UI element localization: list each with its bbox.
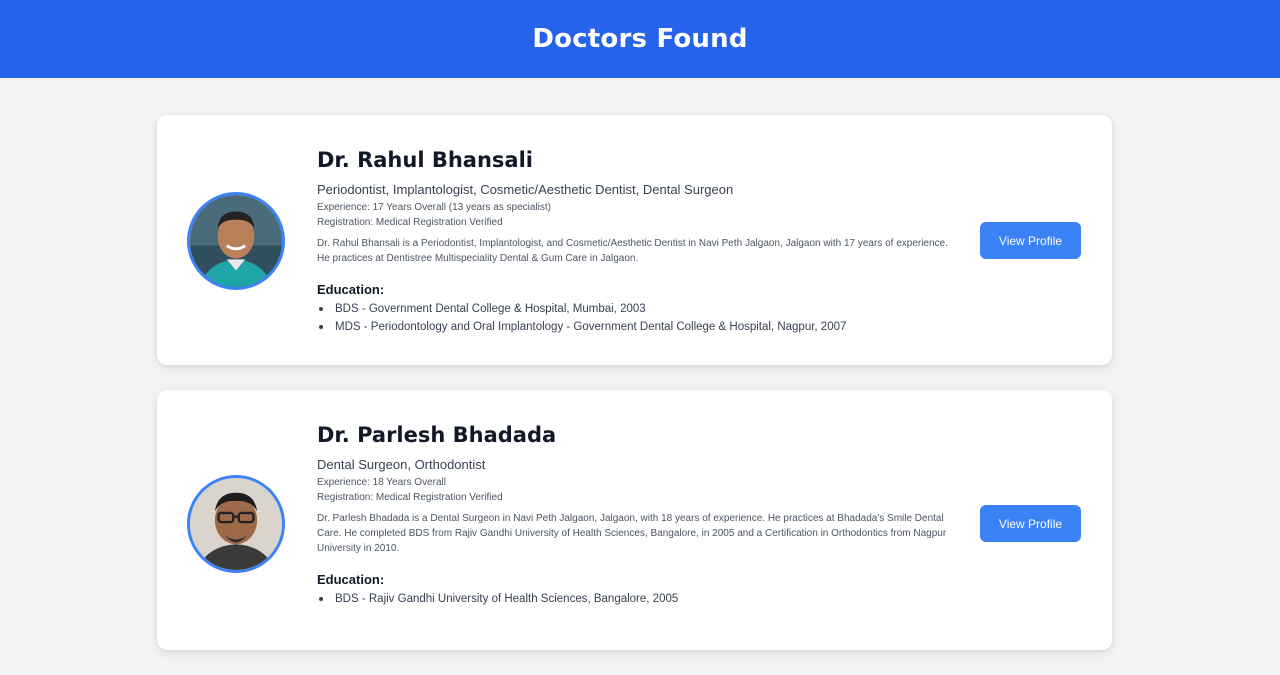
education-heading: Education: [317,572,385,587]
education-item: BDS - Rajiv Gandhi University of Health … [317,590,957,608]
doctor-name: Dr. Rahul Bhansali [317,148,533,172]
doctor-registration: Registration: Medical Registration Verif… [317,492,503,503]
doctor-photo-icon [190,478,282,570]
doctor-info: Dr. Parlesh Bhadada Dental Surgeon, Orth… [317,423,957,608]
doctor-registration: Registration: Medical Registration Verif… [317,217,503,228]
doctor-avatar [187,192,285,290]
doctor-name: Dr. Parlesh Bhadada [317,423,557,447]
education-item: BDS - Government Dental College & Hospit… [317,300,957,318]
doctor-avatar [187,475,285,573]
doctor-specialties: Dental Surgeon, Orthodontist [317,457,486,472]
doctor-experience: Experience: 17 Years Overall (13 years a… [317,202,552,213]
view-profile-button[interactable]: View Profile [980,222,1081,259]
doctor-photo-icon [190,195,282,287]
education-list: BDS - Government Dental College & Hospit… [317,300,957,336]
education-list: BDS - Rajiv Gandhi University of Health … [317,590,957,608]
education-item: MDS - Periodontology and Oral Implantolo… [317,318,957,336]
doctor-card: Dr. Parlesh Bhadada Dental Surgeon, Orth… [157,390,1112,650]
doctor-info: Dr. Rahul Bhansali Periodontist, Implant… [317,148,957,336]
doctor-card: Dr. Rahul Bhansali Periodontist, Implant… [157,115,1112,365]
doctor-description: Dr. Rahul Bhansali is a Periodontist, Im… [317,238,948,264]
education-heading: Education: [317,282,385,297]
view-profile-button[interactable]: View Profile [980,505,1081,542]
doctor-experience: Experience: 18 Years Overall [317,477,446,488]
doctor-results-list: Dr. Rahul Bhansali Periodontist, Implant… [157,115,1112,675]
doctor-description: Dr. Parlesh Bhadada is a Dental Surgeon … [317,513,947,554]
page-title: Doctors Found [532,24,748,54]
doctor-specialties: Periodontist, Implantologist, Cosmetic/A… [317,182,734,197]
page-header: Doctors Found [0,0,1280,78]
